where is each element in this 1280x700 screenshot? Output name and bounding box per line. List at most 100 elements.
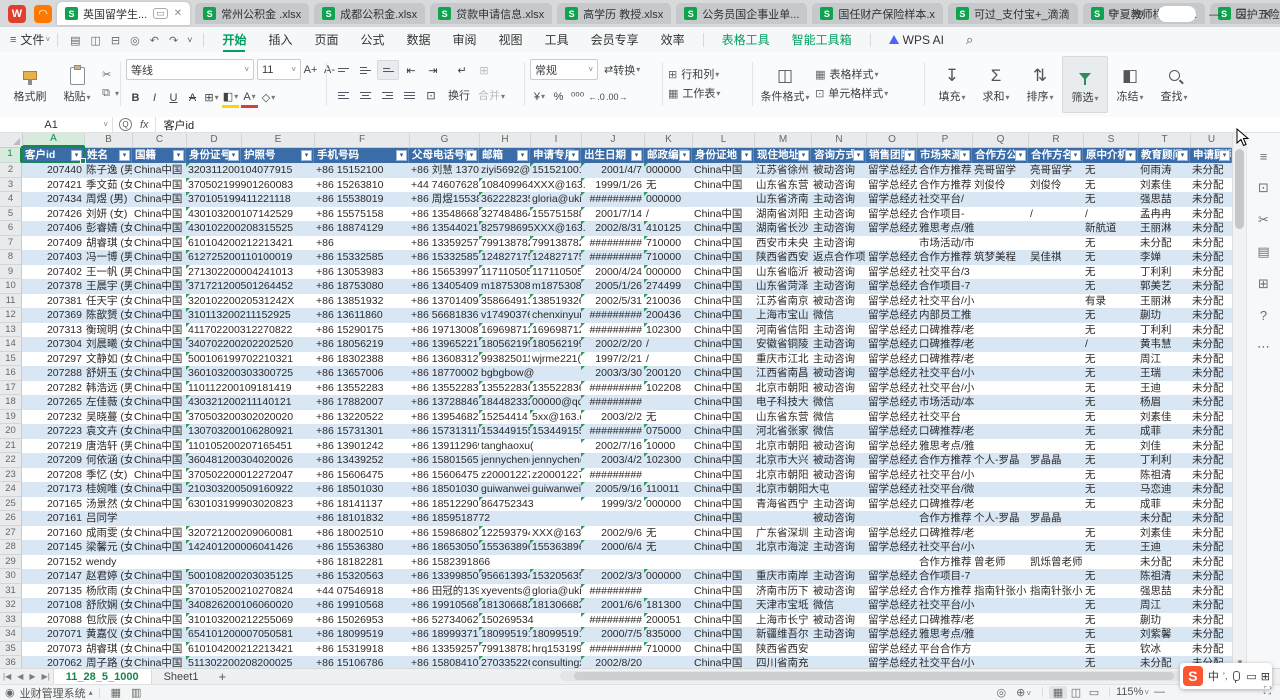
cell[interactable] [811, 656, 866, 668]
cell[interactable] [1028, 337, 1083, 352]
document-tab[interactable]: S英国留学生...▭✕ [57, 2, 190, 25]
cell[interactable] [811, 642, 866, 657]
stamp-icon[interactable]: ▦ [111, 686, 121, 699]
cell[interactable]: ######### [581, 424, 644, 439]
eye-icon[interactable]: ◎ [997, 686, 1007, 699]
cell[interactable]: 207062 [22, 656, 84, 668]
cell[interactable]: 未分配 [1190, 395, 1232, 410]
cell[interactable]: China中国 [132, 308, 186, 323]
cell[interactable]: +86 1851229020 [409, 497, 479, 512]
cell[interactable]: 衡琬明 (女 [84, 323, 132, 338]
align-middle-button[interactable] [355, 61, 375, 79]
cell[interactable]: jennychen( [479, 453, 530, 468]
cell[interactable]: +86 1971300890 [409, 323, 479, 338]
cell[interactable] [1028, 598, 1083, 613]
increase-indent-button[interactable]: ⇥ [423, 61, 443, 79]
cell[interactable]: tanghaoxu( [479, 439, 530, 454]
menu-tab-开始[interactable]: 开始 [211, 27, 257, 52]
filter-dropdown-icon[interactable]: ▾ [1125, 150, 1136, 161]
filter-dropdown-icon[interactable]: ▾ [959, 150, 970, 161]
filter-dropdown-icon[interactable]: ▾ [71, 150, 82, 161]
cell[interactable]: 180562199 [530, 337, 581, 352]
cell[interactable]: 无 [1083, 250, 1138, 265]
cell[interactable]: China中国 [692, 308, 754, 323]
find-button[interactable]: 查找▾ [1152, 56, 1196, 111]
cell[interactable]: 丁利利 [1138, 453, 1190, 468]
cell[interactable]: +86 1850103098 [409, 482, 479, 497]
cell[interactable]: China中国 [692, 497, 754, 512]
cell[interactable]: ######### [581, 192, 644, 207]
merge-button[interactable]: 合并▾ [478, 87, 505, 103]
cell[interactable]: 未分配 [1190, 511, 1232, 526]
cell[interactable] [972, 497, 1028, 512]
tool-tab-表格工具[interactable]: 表格工具 [711, 27, 781, 52]
column-header-R[interactable]: R [1029, 133, 1084, 147]
cell[interactable]: 710000 [644, 642, 692, 657]
cell[interactable]: 102300 [644, 323, 692, 338]
cell[interactable]: 社交平台/小 [917, 656, 972, 668]
cell[interactable] [530, 613, 581, 628]
cell[interactable]: 610104200212213421 [186, 642, 241, 657]
cell[interactable]: China中国 [132, 236, 186, 251]
cell[interactable]: China中国 [132, 250, 186, 265]
cell[interactable]: +86 15575158 [314, 207, 409, 222]
cell[interactable]: China中国 [132, 178, 186, 193]
cell[interactable]: +86 1354402198 [409, 221, 479, 236]
cell[interactable]: 207381 [22, 294, 84, 309]
cell[interactable]: 湖南省长沙 [754, 221, 811, 236]
cell[interactable]: 000000 [644, 569, 692, 584]
cell[interactable]: 未分配 [1190, 265, 1232, 280]
copy-button[interactable]: ⧉▾ [102, 84, 128, 103]
cell[interactable] [644, 511, 692, 526]
cell[interactable]: 刘素佳 [1138, 526, 1190, 541]
cell[interactable]: China中国 [132, 453, 186, 468]
header-cell[interactable]: 国籍▾ [132, 148, 186, 163]
cell[interactable]: jennychen( [530, 453, 581, 468]
table-style-button[interactable]: ▦表格样式▾ [815, 65, 888, 84]
row-number[interactable]: 27 [0, 526, 22, 541]
cell[interactable]: 151521001 [530, 163, 581, 178]
cell[interactable]: 留学总经办 [866, 497, 917, 512]
cell[interactable]: 207406 [22, 221, 84, 236]
cell[interactable]: gloria@uki [530, 584, 581, 599]
cell[interactable]: 蒯玏 [1138, 308, 1190, 323]
cell[interactable]: 黄嘉仪 (女 [84, 627, 132, 642]
cell[interactable]: 无 [1083, 439, 1138, 454]
header-cell[interactable]: 身份证地▾ [692, 148, 754, 163]
system-account-icon[interactable]: ◉ [5, 686, 15, 699]
undo-icon[interactable]: ↶ [150, 35, 159, 47]
cell[interactable] [644, 395, 692, 410]
cell[interactable]: +86 15606475 [314, 468, 409, 483]
cell[interactable]: 610104200212213421 [186, 236, 241, 251]
cell[interactable]: 799138782 [479, 642, 530, 657]
ime-punct-button[interactable]: ’, [1223, 671, 1228, 681]
row-number[interactable]: 5 [0, 207, 22, 222]
cell[interactable]: 320311200104077915 [186, 163, 241, 178]
cell[interactable]: 102300 [644, 453, 692, 468]
panel-icon[interactable]: ≡ [1260, 149, 1268, 164]
row-number[interactable]: 30 [0, 569, 22, 584]
horizontal-scrollbar[interactable] [560, 671, 1220, 681]
cell[interactable]: +86 1391129694 [409, 439, 479, 454]
comment-icon[interactable]: ▭ [153, 8, 168, 19]
cell[interactable]: 江苏省徐州 [754, 163, 811, 178]
bold-button[interactable]: B [126, 88, 145, 107]
cell[interactable]: 500106199702210321 [186, 352, 241, 367]
cell[interactable]: wjrme221( [530, 352, 581, 367]
cell[interactable]: 未分配 [1190, 178, 1232, 193]
cell[interactable]: +86 19910568 [314, 598, 409, 613]
cell[interactable]: 117110505 [479, 265, 530, 280]
cell[interactable]: 被动咨询 [811, 366, 866, 381]
ime-grid-icon[interactable]: ⊞ [1261, 670, 1270, 683]
cell[interactable] [581, 511, 644, 526]
borders-button[interactable]: ⊞▾ [202, 88, 221, 107]
cell[interactable]: 河北省张家 [754, 424, 811, 439]
row-number[interactable]: 35 [0, 642, 22, 657]
row-number[interactable]: 7 [0, 236, 22, 251]
cell[interactable] [972, 366, 1028, 381]
formula-value[interactable]: 客户id [156, 117, 195, 133]
cell[interactable]: China中国 [132, 598, 186, 613]
cell[interactable]: 000000 [644, 192, 692, 207]
cell[interactable]: +86 18002510 [314, 526, 409, 541]
column-header-L[interactable]: L [693, 133, 755, 147]
